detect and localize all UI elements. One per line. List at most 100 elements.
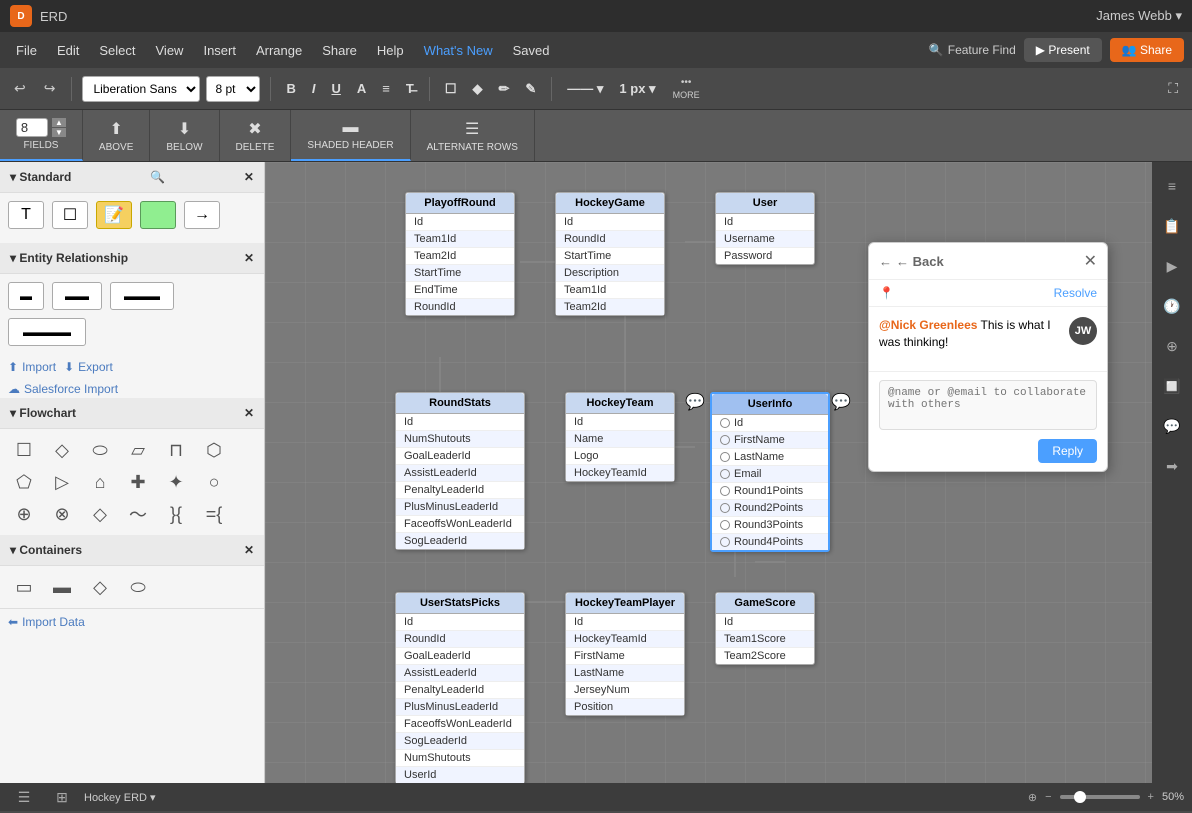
erd-below-tool[interactable]: ⬇ BELOW [150, 110, 219, 161]
rs-comment-button[interactable]: 💬 [1156, 410, 1188, 442]
fc-diamond[interactable]: ◇ [46, 437, 78, 463]
fc-cross[interactable]: ✚ [122, 469, 154, 495]
feature-find[interactable]: 🔍 Feature Find [929, 43, 1016, 57]
rs-play-button[interactable]: ▶ [1156, 250, 1188, 282]
fc-rect[interactable]: ☐ [8, 437, 40, 463]
erd-delete-tool[interactable]: ✖ DELETE [220, 110, 292, 161]
comment-input[interactable] [879, 380, 1097, 430]
align-left-button[interactable]: ≡ [377, 78, 395, 99]
zoom-out-button[interactable]: − [1045, 791, 1051, 803]
fc-plus-circle[interactable]: ⊕ [8, 501, 40, 527]
comment-mention[interactable]: @Nick Greenlees [879, 318, 977, 332]
reply-button[interactable]: Reply [1038, 439, 1097, 463]
border-button[interactable]: ☐ [440, 78, 462, 100]
table-PlayoffRound[interactable]: PlayoffRound Id Team1Id Team2Id StartTim… [405, 192, 515, 316]
resolve-button[interactable]: Resolve [1054, 286, 1097, 300]
fullscreen-button[interactable]: ⛶ [1162, 76, 1184, 101]
menu-view[interactable]: View [148, 39, 192, 62]
arrow-shape[interactable]: → [184, 201, 220, 229]
container-1[interactable]: ▭ [8, 574, 40, 600]
comment-back-button[interactable]: ← ← Back [879, 254, 944, 269]
section-standard-close[interactable]: ✕ [244, 170, 254, 184]
rs-layers-button[interactable]: ⊕ [1156, 330, 1188, 362]
bold-button[interactable]: B [281, 78, 300, 99]
rs-history-button[interactable]: 🕐 [1156, 290, 1188, 322]
section-containers-close[interactable]: ✕ [244, 543, 254, 557]
zoom-slider[interactable] [1060, 795, 1140, 799]
menu-help[interactable]: Help [369, 39, 412, 62]
section-standard-header[interactable]: ▾ Standard 🔍 ✕ [0, 162, 264, 193]
table-HockeyTeamPlayer[interactable]: HockeyTeamPlayer Id HockeyTeamId FirstNa… [565, 592, 685, 716]
italic-button[interactable]: I [307, 78, 321, 99]
underline-button[interactable]: U [326, 78, 345, 99]
fc-hexagon[interactable]: ⬡ [198, 437, 230, 463]
user-name[interactable]: James Webb ▾ [1096, 8, 1182, 24]
font-selector[interactable]: Liberation Sans [82, 76, 200, 102]
text-shape[interactable]: T [8, 201, 44, 229]
rs-layout-button[interactable]: 🔲 [1156, 370, 1188, 402]
search-icon[interactable]: 🔍 [150, 170, 165, 184]
menu-arrange[interactable]: Arrange [248, 39, 310, 62]
table-HockeyTeam[interactable]: HockeyTeam Id Name Logo HockeyTeamId [565, 392, 675, 482]
menu-file[interactable]: File [8, 39, 45, 62]
fc-oval[interactable]: ⬭ [84, 437, 116, 463]
fc-circle[interactable]: ○ [198, 469, 230, 495]
rs-format-button[interactable]: 📋 [1156, 210, 1188, 242]
statusbar-list-view[interactable]: ☰ [8, 781, 40, 813]
menu-edit[interactable]: Edit [49, 39, 87, 62]
section-er-close[interactable]: ✕ [244, 251, 254, 265]
line-style-button[interactable]: —— ▾ [562, 78, 608, 100]
export-button[interactable]: ⬇ Export [64, 360, 113, 374]
share-button[interactable]: 👥 Share [1110, 38, 1184, 62]
canvas-container[interactable]: 2 4 6 8 10 [265, 162, 1152, 783]
fc-trapezoid[interactable]: ⌂ [84, 469, 116, 495]
fc-x-circle[interactable]: ⊗ [46, 501, 78, 527]
table-RoundStats[interactable]: RoundStats Id NumShutouts GoalLeaderId A… [395, 392, 525, 550]
font-color-button[interactable]: A [352, 78, 371, 99]
zoom-in-button[interactable]: + [1148, 791, 1154, 803]
section-flowchart-header[interactable]: ▾ Flowchart ✕ [0, 398, 264, 429]
present-button[interactable]: ▶ Present [1024, 38, 1102, 62]
fields-increment[interactable]: ▲ [52, 118, 66, 127]
strikethrough-button[interactable]: T̶ [401, 78, 419, 99]
table-UserStatsPicks[interactable]: UserStatsPicks Id RoundId GoalLeaderId A… [395, 592, 525, 783]
fc-pentagon[interactable]: ⬠ [8, 469, 40, 495]
fc-wave[interactable]: 〜 [122, 501, 154, 527]
canvas[interactable]: PlayoffRound Id Team1Id Team2Id StartTim… [265, 162, 1152, 783]
erd-fields-tool[interactable]: ▲ ▼ FIELDS [0, 110, 83, 161]
fc-equals[interactable]: ={ [198, 501, 230, 527]
menu-whats-new[interactable]: What's New [416, 39, 501, 62]
table-UserInfo[interactable]: UserInfo Id FirstName LastName Email Rou… [710, 392, 830, 552]
erd-shaded-header-tool[interactable]: ▬ SHADED HEADER [291, 110, 410, 161]
fields-decrement[interactable]: ▼ [52, 128, 66, 137]
container-3[interactable]: ◇ [84, 574, 116, 600]
erd-alternate-rows-tool[interactable]: ☰ ALTERNATE ROWS [411, 110, 535, 161]
menu-share[interactable]: Share [314, 39, 365, 62]
diagram-name[interactable]: Hockey ERD ▾ [84, 791, 156, 804]
rs-share-button[interactable]: ➡ [1156, 450, 1188, 482]
container-2[interactable]: ▬ [46, 574, 78, 600]
section-containers-header[interactable]: ▾ Containers ✕ [0, 535, 264, 566]
statusbar-grid-view[interactable]: ⊞ [46, 781, 78, 813]
section-er-header[interactable]: ▾ Entity Relationship ✕ [0, 243, 264, 274]
rect-shape[interactable]: ☐ [52, 201, 88, 229]
import-data-button[interactable]: ⬅ Import Data [0, 608, 264, 635]
fields-count-input[interactable] [16, 118, 48, 137]
redo-button[interactable]: ↪ [38, 76, 62, 101]
fc-star[interactable]: ✦ [160, 469, 192, 495]
table-GameScore[interactable]: GameScore Id Team1Score Team2Score [715, 592, 815, 665]
fc-parallelogram[interactable]: ▱ [122, 437, 154, 463]
fc-arrow[interactable]: ▷ [46, 469, 78, 495]
erd-above-tool[interactable]: ⬆ ABOVE [83, 110, 150, 161]
import-button[interactable]: ⬆ Import [8, 360, 56, 374]
section-flowchart-close[interactable]: ✕ [244, 406, 254, 420]
er-shape-2[interactable]: ▬▬ [52, 282, 102, 310]
font-size-selector[interactable]: 8 pt [206, 76, 260, 102]
note-shape[interactable]: 📝 [96, 201, 132, 229]
fc-shield[interactable]: ◇ [84, 501, 116, 527]
fc-cylinder[interactable]: ⊓ [160, 437, 192, 463]
undo-button[interactable]: ↩ [8, 76, 32, 101]
edit-button[interactable]: ✎ [520, 78, 541, 100]
line-width-button[interactable]: 1 px ▾ [614, 78, 660, 100]
er-shape-4[interactable]: ▬▬▬▬ [8, 318, 86, 346]
